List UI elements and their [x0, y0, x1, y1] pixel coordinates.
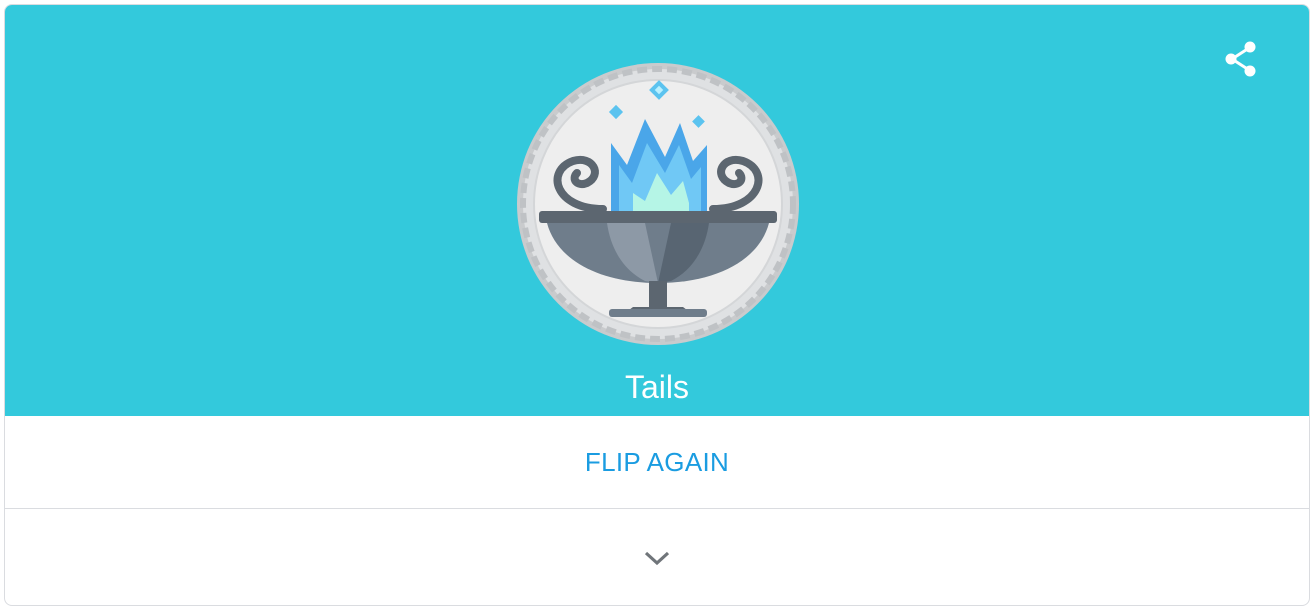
expand-row	[5, 509, 1309, 605]
share-button[interactable]	[1217, 35, 1265, 83]
flip-again-button[interactable]: FLIP AGAIN	[569, 439, 745, 486]
chevron-down-icon	[644, 551, 670, 566]
flip-again-row: FLIP AGAIN	[5, 416, 1309, 509]
coin-tails-image	[517, 63, 799, 345]
coin-banner: Tails	[5, 5, 1309, 416]
coin-flip-card: Tails FLIP AGAIN	[4, 4, 1310, 606]
flip-result-text: Tails	[624, 369, 689, 405]
share-icon	[1225, 41, 1256, 77]
expand-button[interactable]	[633, 534, 681, 582]
